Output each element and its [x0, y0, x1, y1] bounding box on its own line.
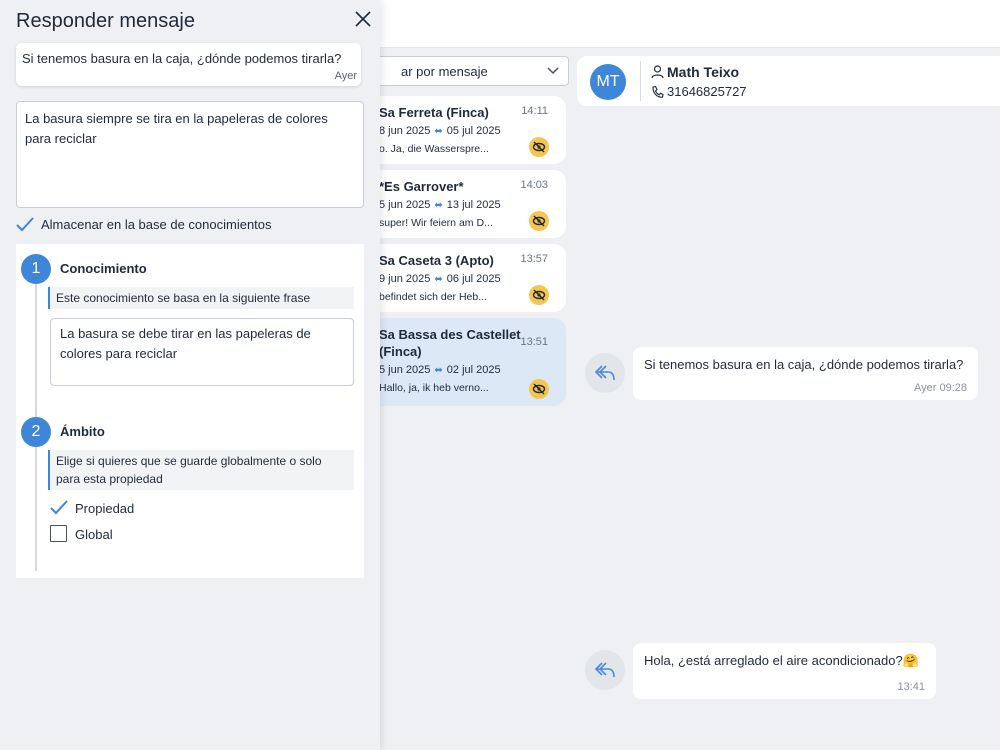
- eye-off-icon[interactable]: [529, 137, 549, 157]
- conversation-name: Sa Bassa des Castellet (Finca): [379, 327, 521, 359]
- reply-button[interactable]: [585, 353, 625, 393]
- checkin-date: 9 jun 2025: [379, 273, 431, 285]
- knowledge-textarea[interactable]: La basura se debe tirar en las papeleras…: [50, 318, 354, 386]
- reply-modal: Responder mensaje Si tenemos basura en l…: [0, 0, 380, 750]
- conversation-dates: 5 jun 2025 ⬌ 02 jul 2025: [379, 364, 552, 376]
- conversation-time: 13:57: [520, 253, 548, 265]
- message-time: Ayer 09:28: [913, 382, 967, 394]
- contact-header: MT Math Teixo 31646825727: [577, 56, 1000, 106]
- message-bubble: Hola, ¿está arreglado el aire acondicion…: [633, 643, 936, 699]
- store-knowledge-checkbox[interactable]: [16, 217, 34, 233]
- checkin-date: 8 jun 2025: [379, 125, 431, 137]
- conversation-dates: 8 jun 2025 ⬌ 05 jul 2025: [379, 125, 552, 137]
- conversation-time: 14:03: [520, 179, 548, 191]
- reply-icon: [594, 365, 615, 381]
- conversation-time: 14:11: [521, 105, 548, 117]
- close-icon[interactable]: [353, 9, 373, 29]
- eye-off-icon[interactable]: [529, 285, 549, 305]
- checkin-date: 5 jun 2025: [379, 364, 431, 376]
- conversation-preview: Hallo, ja, ik heb verno...: [379, 382, 489, 394]
- user-icon: [651, 65, 664, 79]
- message-text: Hola, ¿está arreglado el aire acondicion…: [644, 653, 919, 668]
- conversation-time: 13:51: [520, 336, 548, 348]
- answer-textarea[interactable]: La basura siempre se tira en la papelera…: [16, 101, 364, 208]
- arrow-icon: ⬌: [434, 125, 443, 137]
- original-message-time: Ayer: [334, 70, 357, 82]
- step-title-knowledge: Conocimiento: [60, 261, 147, 276]
- phone-icon: [652, 85, 664, 98]
- search-placeholder: ar por mensaje: [401, 64, 488, 79]
- global-option-label[interactable]: Global: [75, 527, 113, 542]
- checkout-date: 06 jul 2025: [446, 273, 501, 285]
- conversation-preview: o. Ja, die Wasserspre...: [379, 143, 489, 155]
- divider: [640, 61, 641, 101]
- arrow-icon: ⬌: [434, 199, 443, 211]
- contact-name-row: Math Teixo: [651, 64, 739, 80]
- conversation-dates: 5 jun 2025 ⬌ 13 jul 2025: [379, 199, 552, 211]
- property-option-label[interactable]: Propiedad: [75, 501, 134, 516]
- arrow-icon: ⬌: [434, 364, 443, 376]
- eye-off-icon[interactable]: [529, 211, 549, 231]
- conversation-preview: befindet sich der Heb...: [379, 291, 487, 303]
- arrow-icon: ⬌: [434, 273, 443, 285]
- reply-button[interactable]: [585, 650, 625, 690]
- contact-phone-row: 31646825727: [651, 84, 747, 99]
- store-knowledge-label[interactable]: Almacenar en la base de conocimientos: [41, 217, 272, 232]
- conversation-dates: 9 jun 2025 ⬌ 06 jul 2025: [379, 273, 552, 285]
- checkout-date: 02 jul 2025: [446, 364, 501, 376]
- step-number: 2: [21, 417, 51, 447]
- checkout-date: 05 jul 2025: [446, 125, 501, 137]
- message-bubble: Si tenemos basura en la caja, ¿dónde pod…: [633, 347, 978, 400]
- message-time: 13:41: [897, 681, 925, 693]
- contact-name: Math Teixo: [667, 64, 740, 80]
- message-text: Si tenemos basura en la caja, ¿dónde pod…: [644, 357, 964, 372]
- avatar[interactable]: MT: [590, 64, 626, 100]
- eye-off-icon[interactable]: [529, 379, 549, 399]
- conversation-preview: super! Wir feiern am D...: [379, 217, 493, 229]
- original-message: Si tenemos basura en la caja, ¿dónde pod…: [16, 43, 361, 86]
- step-description: Elige si quieres que se guarde globalmen…: [48, 450, 354, 490]
- original-message-text: Si tenemos basura en la caja, ¿dónde pod…: [22, 51, 342, 66]
- checkout-date: 13 jul 2025: [446, 199, 501, 211]
- reply-icon: [594, 662, 615, 678]
- step-number: 1: [21, 254, 51, 284]
- checkin-date: 5 jun 2025: [379, 199, 431, 211]
- modal-title: Responder mensaje: [16, 10, 195, 32]
- knowledge-panel: 1 Conocimiento Este conocimiento se basa…: [16, 244, 364, 578]
- step-title-scope: Ámbito: [60, 424, 105, 439]
- contact-phone: 31646825727: [667, 84, 747, 99]
- global-checkbox[interactable]: [50, 525, 67, 542]
- property-checkbox[interactable]: [50, 500, 68, 516]
- chevron-down-icon[interactable]: [546, 63, 560, 77]
- step-description: Este conocimiento se basa en la siguient…: [48, 287, 354, 309]
